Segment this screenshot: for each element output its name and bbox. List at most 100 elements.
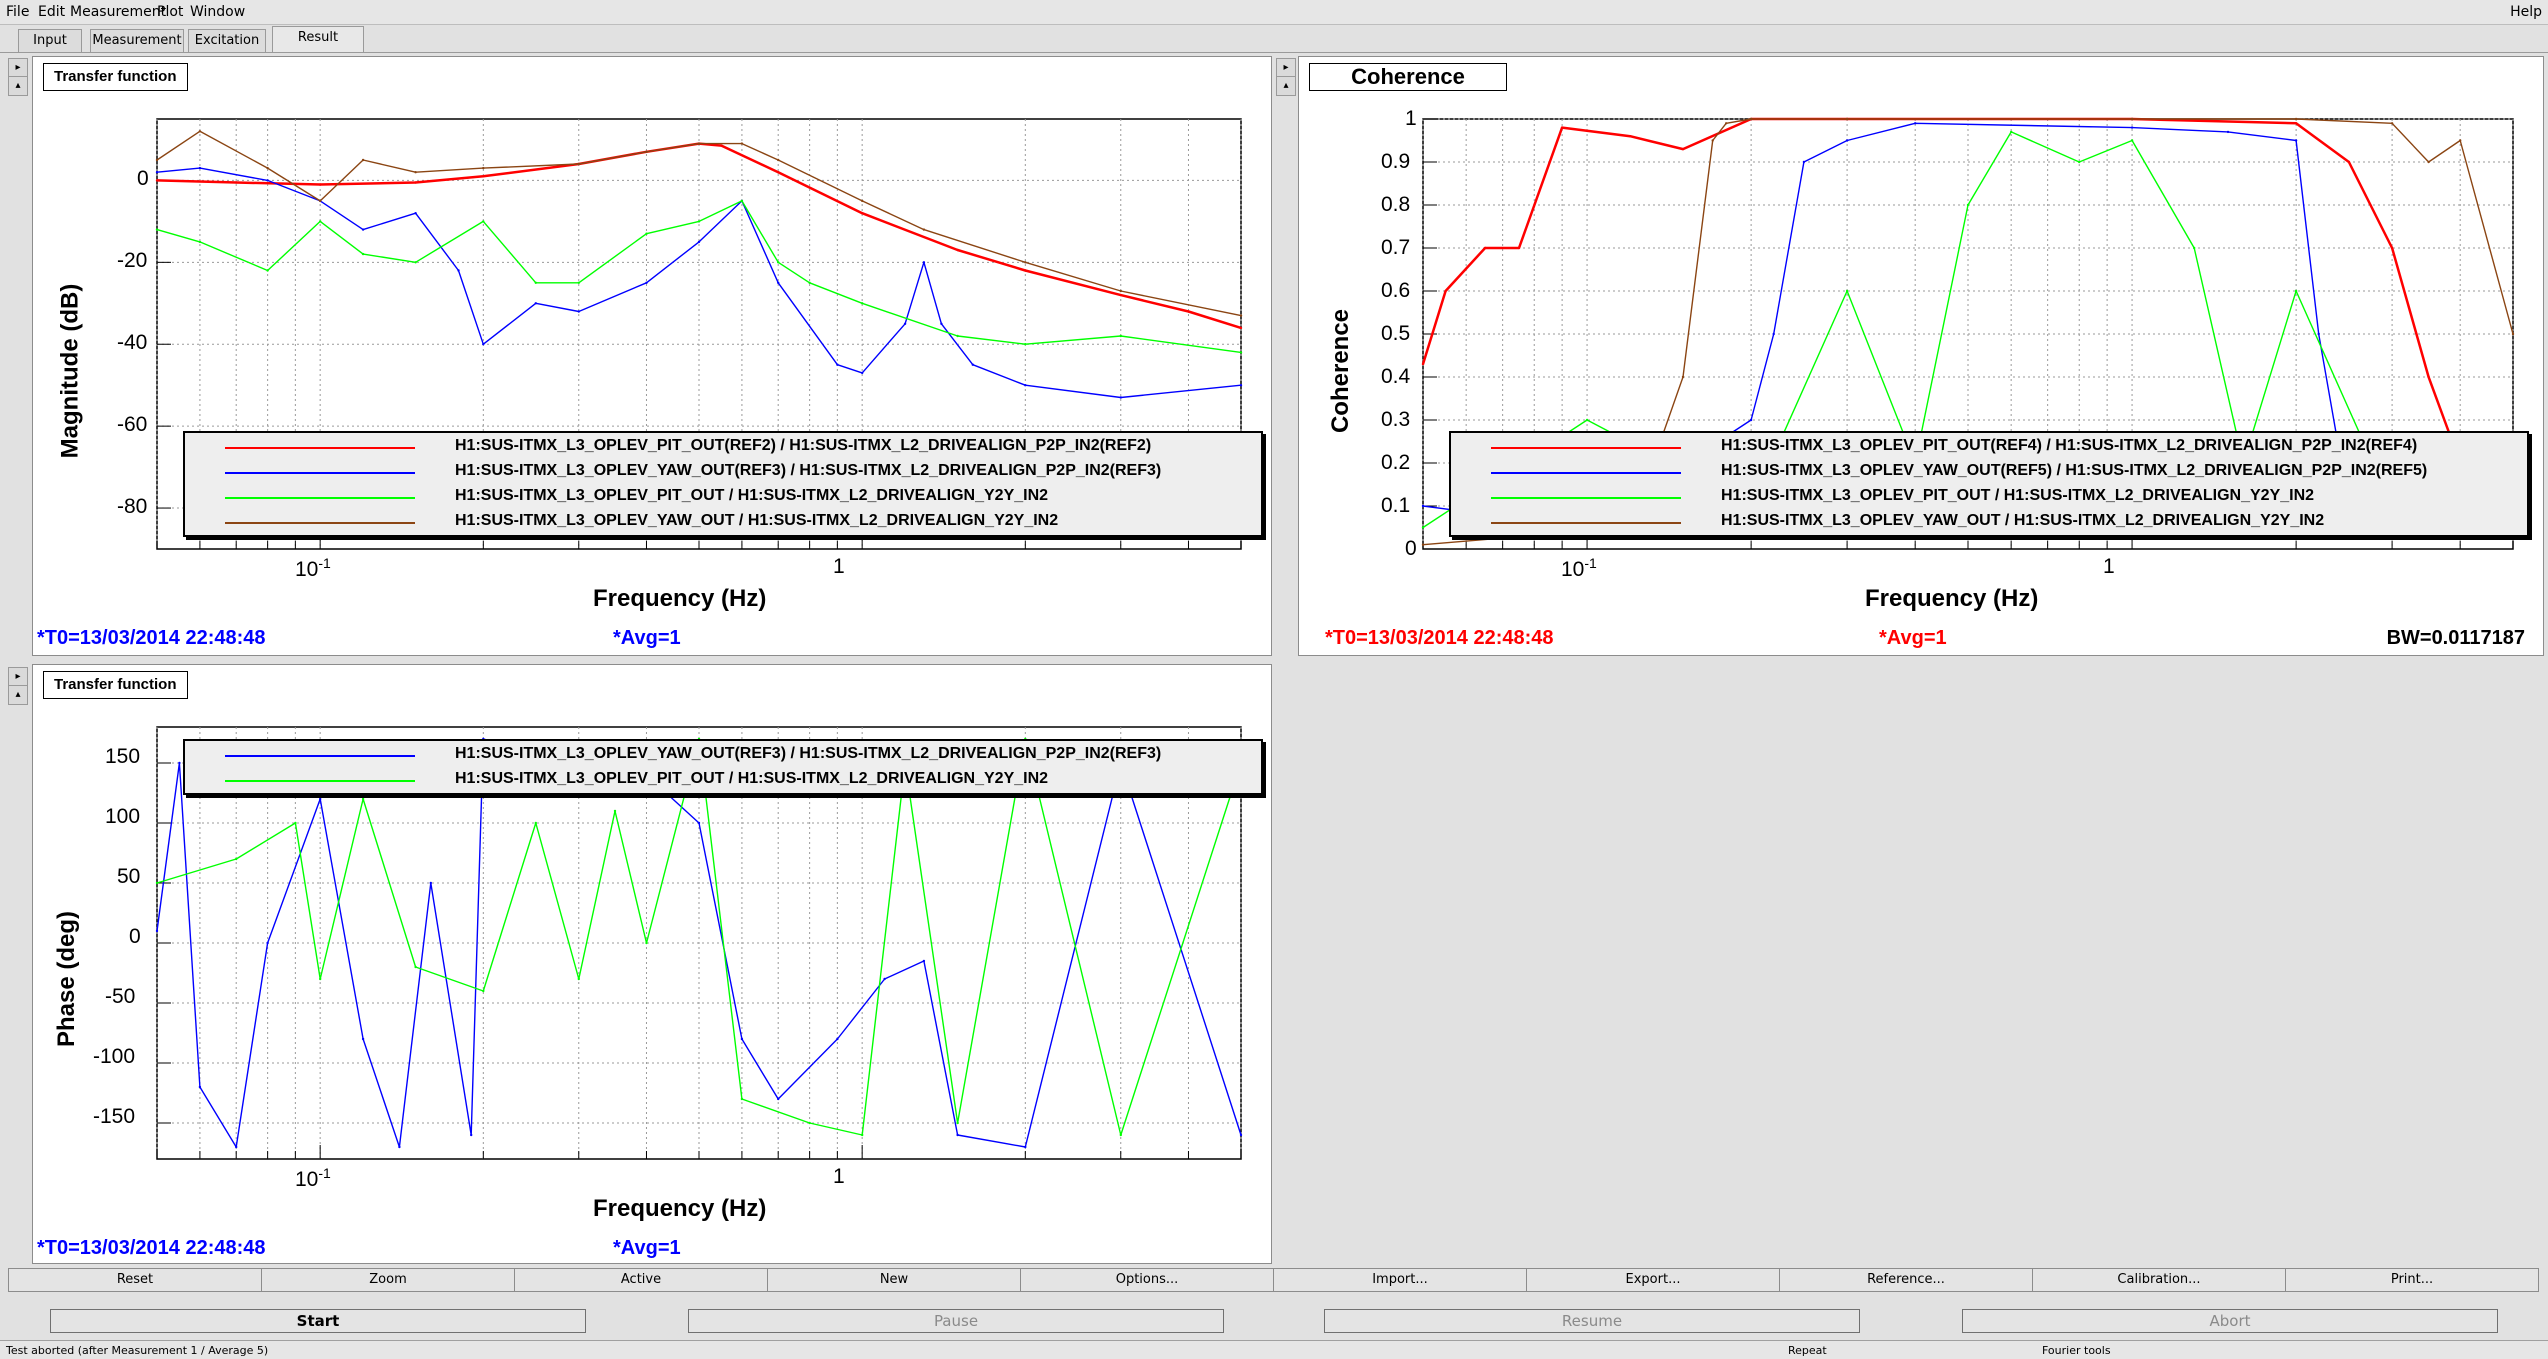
active-button[interactable]: Active xyxy=(514,1268,768,1292)
data-point xyxy=(2294,122,2298,125)
reset-button[interactable]: Reset xyxy=(8,1268,262,1292)
data-point xyxy=(1421,543,1425,546)
legend-label: H1:SUS-ITMX_L3_OPLEV_PIT_OUT / H1:SUS-IT… xyxy=(455,770,1049,787)
data-point xyxy=(577,162,580,166)
calibration-button[interactable]: Calibration... xyxy=(2032,1268,2286,1292)
data-point xyxy=(777,171,780,174)
data-point xyxy=(2427,160,2430,164)
legend-entry[interactable]: H1:SUS-ITMX_L3_OPLEV_PIT_OUT / H1:SUS-IT… xyxy=(1451,485,2527,511)
import-button[interactable]: Import... xyxy=(1273,1268,1527,1292)
tab-measurement[interactable]: Measurement xyxy=(90,29,184,52)
expand-arrow-icon[interactable]: ▸ xyxy=(8,58,28,78)
magnitude-plot-panel[interactable]: Transfer function Magnitude (dB) Frequen… xyxy=(32,56,1272,656)
menu-plot[interactable]: Plot xyxy=(157,4,183,20)
menu-window[interactable]: Window xyxy=(190,4,245,20)
legend-swatch xyxy=(1491,447,1681,449)
data-point xyxy=(319,977,322,981)
y-tick-label: 0 xyxy=(129,925,141,948)
data-point xyxy=(1119,1133,1123,1137)
data-point xyxy=(2459,139,2462,142)
new-button[interactable]: New xyxy=(767,1268,1021,1292)
legend-entry[interactable]: H1:SUS-ITMX_L3_OPLEV_YAW_OUT / H1:SUS-IT… xyxy=(1451,510,2527,536)
data-point xyxy=(361,797,365,801)
phase-plot-panel[interactable]: Transfer function Phase (deg) Frequency … xyxy=(32,664,1272,1264)
resume-button[interactable]: Resume xyxy=(1324,1309,1860,1333)
data-point xyxy=(697,821,701,825)
print-button[interactable]: Print... xyxy=(2285,1268,2539,1292)
data-point xyxy=(861,302,864,305)
data-point xyxy=(1239,314,1243,317)
menu-file[interactable]: File xyxy=(6,4,29,20)
data-point xyxy=(1239,1133,1243,1137)
data-point xyxy=(2317,332,2320,336)
legend-entry[interactable]: H1:SUS-ITMX_L3_OPLEV_YAW_OUT(REF3) / H1:… xyxy=(185,460,1261,486)
magnitude-chart xyxy=(155,118,1243,550)
tab-input[interactable]: Input xyxy=(18,29,82,52)
data-point xyxy=(2193,246,2196,250)
collapse-arrow-icon[interactable]: ▴ xyxy=(8,685,28,705)
data-point xyxy=(2294,117,2298,121)
status-repeat: Repeat xyxy=(1788,1344,1827,1357)
options-button[interactable]: Options... xyxy=(1020,1268,1274,1292)
data-point xyxy=(836,1037,839,1041)
data-point xyxy=(1845,139,1849,142)
tab-excitation[interactable]: Excitation xyxy=(188,29,266,52)
legend-entry[interactable]: H1:SUS-ITMX_L3_OPLEV_YAW_OUT / H1:SUS-IT… xyxy=(185,510,1261,536)
data-point xyxy=(740,1097,744,1101)
chart-legend[interactable]: H1:SUS-ITMX_L3_OPLEV_YAW_OUT(REF3) / H1:… xyxy=(183,739,1263,795)
x-tick-label: 1 xyxy=(2103,555,2115,578)
collapse-arrow-icon[interactable]: ▴ xyxy=(8,76,28,96)
y-tick-label: 50 xyxy=(117,865,141,888)
data-point xyxy=(645,941,648,945)
collapse-arrow-icon[interactable]: ▴ xyxy=(1276,76,1296,96)
data-point xyxy=(577,310,580,313)
legend-entry[interactable]: H1:SUS-ITMX_L3_OPLEV_PIT_OUT(REF2) / H1:… xyxy=(185,435,1261,461)
chart-legend[interactable]: H1:SUS-ITMX_L3_OPLEV_PIT_OUT(REF2) / H1:… xyxy=(183,431,1263,537)
y-tick-label: 0.4 xyxy=(1381,365,1411,388)
y-tick-label: 0.2 xyxy=(1381,451,1411,474)
data-point xyxy=(1772,332,1775,336)
chart-legend[interactable]: H1:SUS-ITMX_L3_OPLEV_PIT_OUT(REF4) / H1:… xyxy=(1449,431,2529,537)
data-point xyxy=(1845,289,1849,293)
reference-button[interactable]: Reference... xyxy=(1779,1268,2033,1292)
legend-entry[interactable]: H1:SUS-ITMX_L3_OPLEV_PIT_OUT(REF4) / H1:… xyxy=(1451,435,2527,461)
data-point xyxy=(577,977,580,981)
start-button[interactable]: Start xyxy=(50,1309,586,1333)
data-point xyxy=(1239,351,1243,354)
data-point xyxy=(1444,289,1447,293)
data-point xyxy=(2294,289,2298,293)
y-tick-label: 0.9 xyxy=(1381,150,1411,173)
legend-entry[interactable]: H1:SUS-ITMX_L3_OPLEV_YAW_OUT(REF5) / H1:… xyxy=(1451,460,2527,486)
legend-entry[interactable]: H1:SUS-ITMX_L3_OPLEV_YAW_OUT(REF3) / H1:… xyxy=(185,743,1261,769)
data-point xyxy=(1517,246,1521,250)
data-point xyxy=(1845,117,1849,121)
menu-measurement[interactable]: Measurement xyxy=(70,4,166,20)
y-tick-label: 0.8 xyxy=(1381,193,1411,216)
data-point xyxy=(1966,203,1970,207)
data-point xyxy=(482,166,485,170)
zoom-button[interactable]: Zoom xyxy=(261,1268,515,1292)
y-tick-label: -50 xyxy=(105,985,136,1008)
abort-button[interactable]: Abort xyxy=(1962,1309,2498,1333)
expand-arrow-icon[interactable]: ▸ xyxy=(1276,58,1296,78)
menu-help[interactable]: Help xyxy=(2510,4,2542,20)
expand-arrow-icon[interactable]: ▸ xyxy=(8,667,28,687)
data-point xyxy=(319,199,322,203)
status-tools: Fourier tools xyxy=(2042,1344,2111,1357)
tab-result[interactable]: Result xyxy=(272,26,364,52)
pause-button[interactable]: Pause xyxy=(688,1309,1224,1333)
y-tick-label: 150 xyxy=(105,745,141,768)
menu-edit[interactable]: Edit xyxy=(38,4,65,20)
data-point xyxy=(155,171,159,174)
data-point xyxy=(777,1097,780,1101)
data-point xyxy=(198,166,202,170)
legend-entry[interactable]: H1:SUS-ITMX_L3_OPLEV_PIT_OUT / H1:SUS-IT… xyxy=(185,485,1261,511)
export-button[interactable]: Export... xyxy=(1526,1268,1780,1292)
data-point xyxy=(956,248,959,252)
coherence-plot-panel[interactable]: Coherence Coherence Frequency (Hz) 1 0.9… xyxy=(1298,56,2544,656)
data-point xyxy=(1421,526,1425,529)
data-point xyxy=(2078,160,2081,164)
data-point xyxy=(1914,122,1917,125)
legend-entry[interactable]: H1:SUS-ITMX_L3_OPLEV_PIT_OUT / H1:SUS-IT… xyxy=(185,768,1261,794)
data-point xyxy=(922,261,926,264)
